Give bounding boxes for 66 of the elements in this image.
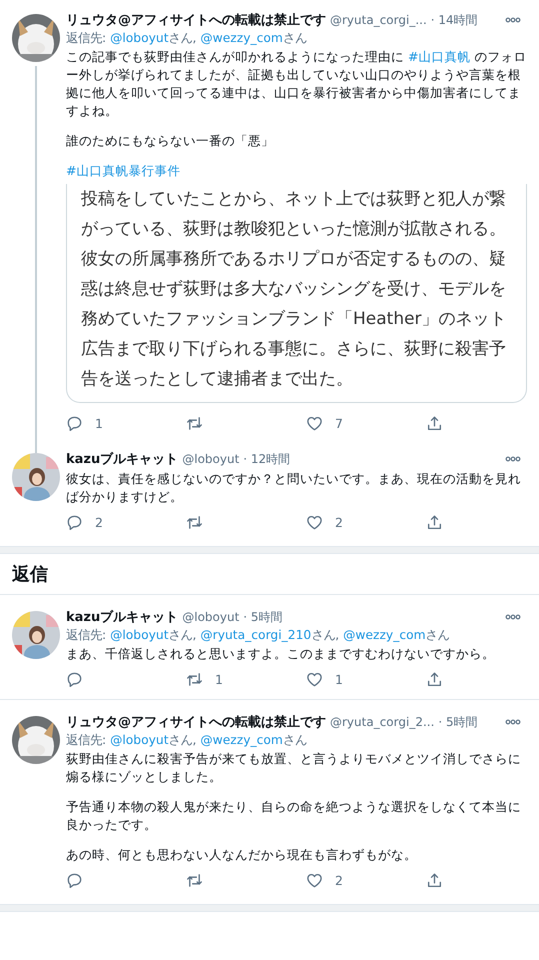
user-handle[interactable]: @loboyut bbox=[182, 610, 240, 624]
mention-suffix: さん, bbox=[168, 733, 198, 747]
heart-icon[interactable] bbox=[306, 514, 323, 530]
comment-icon[interactable] bbox=[66, 514, 83, 530]
mention-link[interactable]: @wezzy_com bbox=[200, 733, 283, 747]
tweet-text: あの時、何とも思わない人なんだから現在も言わずもがな。 bbox=[66, 846, 418, 864]
mention-suffix: さん bbox=[426, 628, 450, 642]
action-count: 1 bbox=[215, 672, 223, 686]
tweet-text: この記事でも荻野由佳さんが叩かれるようになった理由に #山口真帆 のフォロー外しが挙げられてましたが、証拠も出していない山口のやりようや言葉を根拠に他人を叩いて回ってる連中は、山口を暴行被害者から中傷加害者にしてますよね。 bbox=[66, 48, 527, 120]
action-count: 1 bbox=[335, 672, 343, 686]
action-count: 2 bbox=[335, 872, 343, 888]
user-name[interactable]: kazuブルキャット bbox=[66, 608, 178, 626]
mention-link[interactable]: @ryuta_corgi_210 bbox=[200, 628, 312, 642]
user-name[interactable]: kazuブルキャット bbox=[66, 450, 178, 468]
hashtag-link[interactable]: #山口真帆 bbox=[408, 49, 471, 64]
action-count: 2 bbox=[335, 514, 343, 530]
reply-to-label: 返信先: bbox=[66, 31, 108, 45]
retweet-icon[interactable] bbox=[186, 414, 203, 432]
share-icon[interactable] bbox=[426, 670, 443, 688]
tweet-text: まあ、千倍返しされると思いますよ。このままですむわけないですから。 bbox=[66, 645, 496, 663]
retweet-icon[interactable] bbox=[186, 514, 203, 530]
mention-suffix: さん, bbox=[311, 628, 340, 642]
hashtag-link[interactable]: #山口真帆暴行事件 bbox=[66, 163, 181, 178]
user-handle[interactable]: @ryuta_corgi_2... bbox=[330, 715, 434, 729]
timestamp[interactable]: · 14時間 bbox=[430, 12, 478, 28]
mention-link[interactable]: @loboyut bbox=[110, 628, 169, 642]
comment-icon[interactable] bbox=[66, 670, 83, 688]
action-count: 1 bbox=[95, 416, 103, 430]
mention-link[interactable]: @wezzy_com bbox=[343, 628, 426, 642]
user-handle[interactable]: @loboyut bbox=[182, 452, 240, 466]
mention-suffix: さん bbox=[282, 733, 307, 747]
user-handle[interactable]: @ryuta_corgi_... bbox=[330, 13, 427, 27]
share-icon[interactable] bbox=[426, 514, 443, 530]
action-count: 7 bbox=[335, 416, 343, 430]
timestamp[interactable]: · 12時間 bbox=[243, 450, 290, 468]
comment-icon[interactable] bbox=[66, 414, 83, 432]
timestamp[interactable]: · 5時間 bbox=[243, 608, 283, 626]
tweet-text: 予告通り本物の殺人鬼が来たり、自らの命を絶つような選択をしなくて本当に良かったです。 bbox=[66, 798, 522, 834]
retweet-icon[interactable] bbox=[186, 670, 203, 688]
heart-icon[interactable] bbox=[306, 872, 323, 888]
tweet-text: 荻野由佳さんに殺害予告が来ても放置、と言うよりモバメとツイ消しでさらに煽る様にゾッとしました。 bbox=[66, 750, 522, 786]
tweet-text: 誰のためにもならない一番の「悪」 bbox=[66, 132, 275, 150]
more-icon[interactable] bbox=[505, 456, 521, 462]
comment-icon[interactable] bbox=[66, 872, 83, 888]
retweet-icon[interactable] bbox=[186, 872, 203, 888]
user-name[interactable]: リュウタ@アフィサイトへの転載は禁止です bbox=[66, 713, 326, 731]
reply-to-label: 返信先: bbox=[66, 733, 108, 747]
more-icon[interactable] bbox=[505, 614, 521, 620]
mention-suffix: さん, bbox=[168, 628, 198, 642]
share-icon[interactable] bbox=[426, 872, 443, 888]
mention-suffix: さん bbox=[282, 31, 307, 45]
user-name[interactable]: リュウタ@アフィサイトへの転載は禁止です bbox=[66, 11, 326, 29]
timestamp[interactable]: · 5時間 bbox=[438, 714, 478, 730]
heart-icon[interactable] bbox=[306, 670, 323, 688]
mention-suffix: さん, bbox=[168, 31, 198, 45]
mention-link[interactable]: @wezzy_com bbox=[200, 31, 283, 45]
more-icon[interactable] bbox=[505, 719, 521, 725]
more-icon[interactable] bbox=[505, 17, 521, 23]
mention-link[interactable]: @loboyut bbox=[110, 733, 169, 747]
tweet-text: 彼女は、責任を感じないのですか？と問いたいです。まあ、現在の活動を見れば分かりますけど。 bbox=[66, 470, 522, 506]
section-heading: 返信 bbox=[12, 564, 48, 585]
action-count: 2 bbox=[95, 514, 103, 530]
share-icon[interactable] bbox=[426, 414, 443, 432]
mention-link[interactable]: @loboyut bbox=[110, 31, 169, 45]
heart-icon[interactable] bbox=[306, 414, 323, 432]
reply-to-label: 返信先: bbox=[66, 628, 108, 642]
